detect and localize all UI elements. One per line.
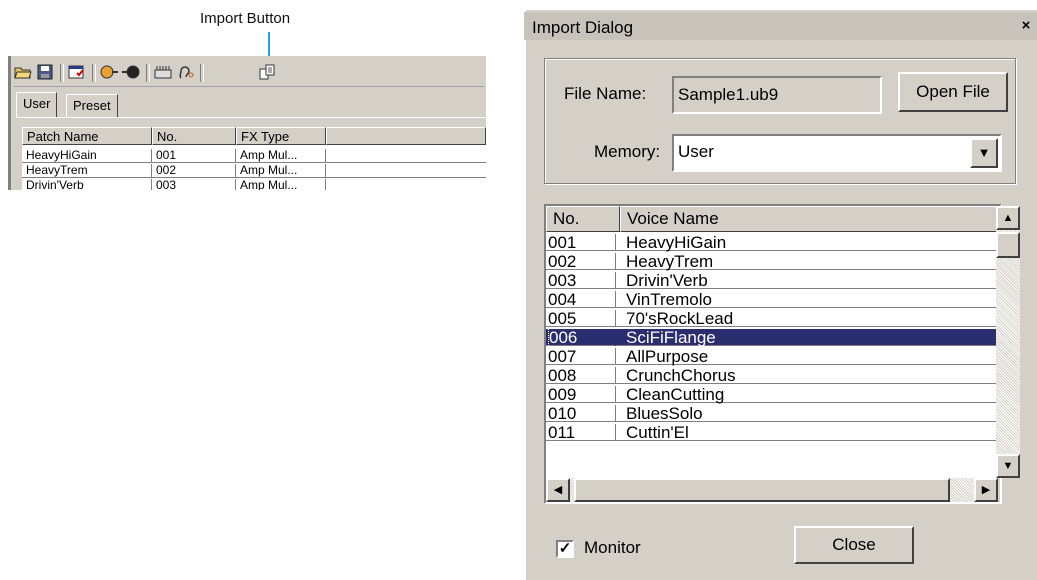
voice-number: 011 — [548, 424, 616, 441]
patch-no-cell: 002 — [152, 164, 236, 177]
voice-name: SciFiFlange — [626, 328, 716, 347]
voice-name: CleanCutting — [626, 385, 725, 404]
voice-list: No. Voice Name 001 HeavyHiGain 002 HeavyTre… — [546, 206, 998, 502]
voice-name: 70'sRockLead — [626, 309, 734, 328]
voice-name: HeavyTrem — [626, 252, 714, 271]
receive-icon[interactable] — [122, 64, 140, 80]
save-icon[interactable] — [36, 64, 54, 80]
patch-name-cell: HeavyHiGain — [22, 149, 152, 162]
patch-name-cell: HeavyTrem — [22, 164, 152, 177]
voice-number: 004 — [548, 291, 616, 308]
scroll-down-icon[interactable]: ▼ — [996, 454, 1020, 478]
voice-name: CrunchChorus — [626, 366, 736, 385]
send-icon[interactable] — [100, 64, 118, 80]
scroll-right-icon[interactable]: ▶ — [974, 478, 998, 502]
chevron-down-icon[interactable]: ▼ — [970, 138, 998, 168]
properties-icon[interactable] — [68, 64, 86, 80]
file-name-field: Sample1.ub9 — [672, 76, 882, 114]
open-folder-icon[interactable] — [14, 64, 32, 80]
voice-name: Drivin'Verb — [626, 271, 708, 290]
voice-row[interactable]: 007 AllPurpose — [546, 348, 996, 365]
close-button[interactable]: Close — [794, 526, 914, 564]
tab-body-edge — [16, 117, 486, 118]
voice-number: 008 — [548, 367, 616, 384]
voice-row[interactable]: 003 Drivin'Verb — [546, 272, 996, 289]
voice-row[interactable]: 001 HeavyHiGain — [546, 234, 996, 251]
open-file-button[interactable]: Open File — [898, 72, 1008, 112]
voice-row[interactable]: 002 HeavyTrem — [546, 253, 996, 270]
column-header-no[interactable]: No. — [152, 127, 236, 145]
monitor-label: Monitor — [584, 538, 641, 557]
memory-select[interactable] — [672, 134, 1002, 172]
voice-number: 007 — [548, 348, 616, 365]
ear-icon[interactable] — [176, 64, 194, 80]
voice-number: 002 — [548, 253, 616, 270]
memory-value: User — [678, 142, 714, 161]
voice-row[interactable]: 006 SciFiFlange — [546, 329, 996, 346]
file-name-label: File Name: — [564, 84, 647, 103]
fx-type-cell: Amp Mul... — [236, 149, 326, 162]
table-row[interactable]: Drivin'Verb 003 Amp Mul... — [22, 179, 486, 190]
voice-number: 010 — [548, 405, 616, 422]
callout-line — [268, 32, 270, 58]
voice-name: AllPurpose — [626, 347, 709, 366]
fx-type-cell: Amp Mul... — [236, 164, 326, 177]
device-icon[interactable] — [154, 64, 172, 80]
scroll-left-icon[interactable]: ◀ — [546, 478, 570, 502]
dialog-title: Import Dialog — [532, 18, 634, 37]
voice-name: HeavyHiGain — [626, 233, 727, 252]
patch-name-cell: Drivin'Verb — [22, 179, 152, 190]
column-header-no[interactable]: No. — [546, 206, 620, 232]
window-edge — [8, 56, 11, 190]
import-button-callout: Import Button — [200, 10, 291, 27]
voice-number: 001 — [548, 234, 616, 251]
voice-number: 005 — [548, 310, 616, 327]
column-header-patch-name[interactable]: Patch Name — [22, 127, 152, 145]
table-row[interactable]: HeavyTrem 002 Amp Mul... — [22, 164, 486, 178]
horizontal-scroll-thumb[interactable] — [574, 478, 950, 502]
voice-row[interactable]: 008 CrunchChorus — [546, 367, 996, 384]
voice-row[interactable]: 010 BluesSolo — [546, 405, 996, 422]
close-icon[interactable]: × — [1018, 18, 1034, 34]
vertical-scroll-thumb[interactable] — [996, 232, 1020, 258]
import-icon[interactable] — [258, 64, 276, 80]
patch-no-cell: 003 — [152, 179, 236, 190]
voice-row[interactable]: 011 Cuttin'El — [546, 424, 996, 441]
memory-label: Memory: — [594, 142, 661, 161]
voice-name: BluesSolo — [626, 404, 703, 423]
fx-type-cell: Amp Mul... — [236, 179, 326, 190]
table-row[interactable]: HeavyHiGain 001 Amp Mul... — [22, 149, 486, 163]
toolbar — [14, 58, 484, 87]
voice-number: 006 — [548, 329, 616, 346]
scroll-up-icon[interactable]: ▲ — [996, 206, 1020, 230]
tab-user[interactable]: User — [16, 92, 58, 117]
patch-table: Patch Name No. FX Type HeavyHiGain 001 A… — [22, 127, 486, 190]
voice-number: 009 — [548, 386, 616, 403]
column-header-filler — [326, 127, 486, 145]
voice-name: Cuttin'El — [626, 423, 689, 442]
voice-row[interactable]: 005 70'sRockLead — [546, 310, 996, 327]
voice-row[interactable]: 004 VinTremolo — [546, 291, 996, 308]
monitor-checkbox[interactable]: ✓ — [556, 540, 574, 558]
column-header-fx-type[interactable]: FX Type — [236, 127, 326, 145]
voice-number: 003 — [548, 272, 616, 289]
patch-no-cell: 001 — [152, 149, 236, 162]
voice-name: VinTremolo — [626, 290, 712, 309]
column-header-voice-name[interactable]: Voice Name — [620, 206, 998, 232]
tab-preset[interactable]: Preset — [66, 94, 118, 117]
voice-row[interactable]: 009 CleanCutting — [546, 386, 996, 403]
